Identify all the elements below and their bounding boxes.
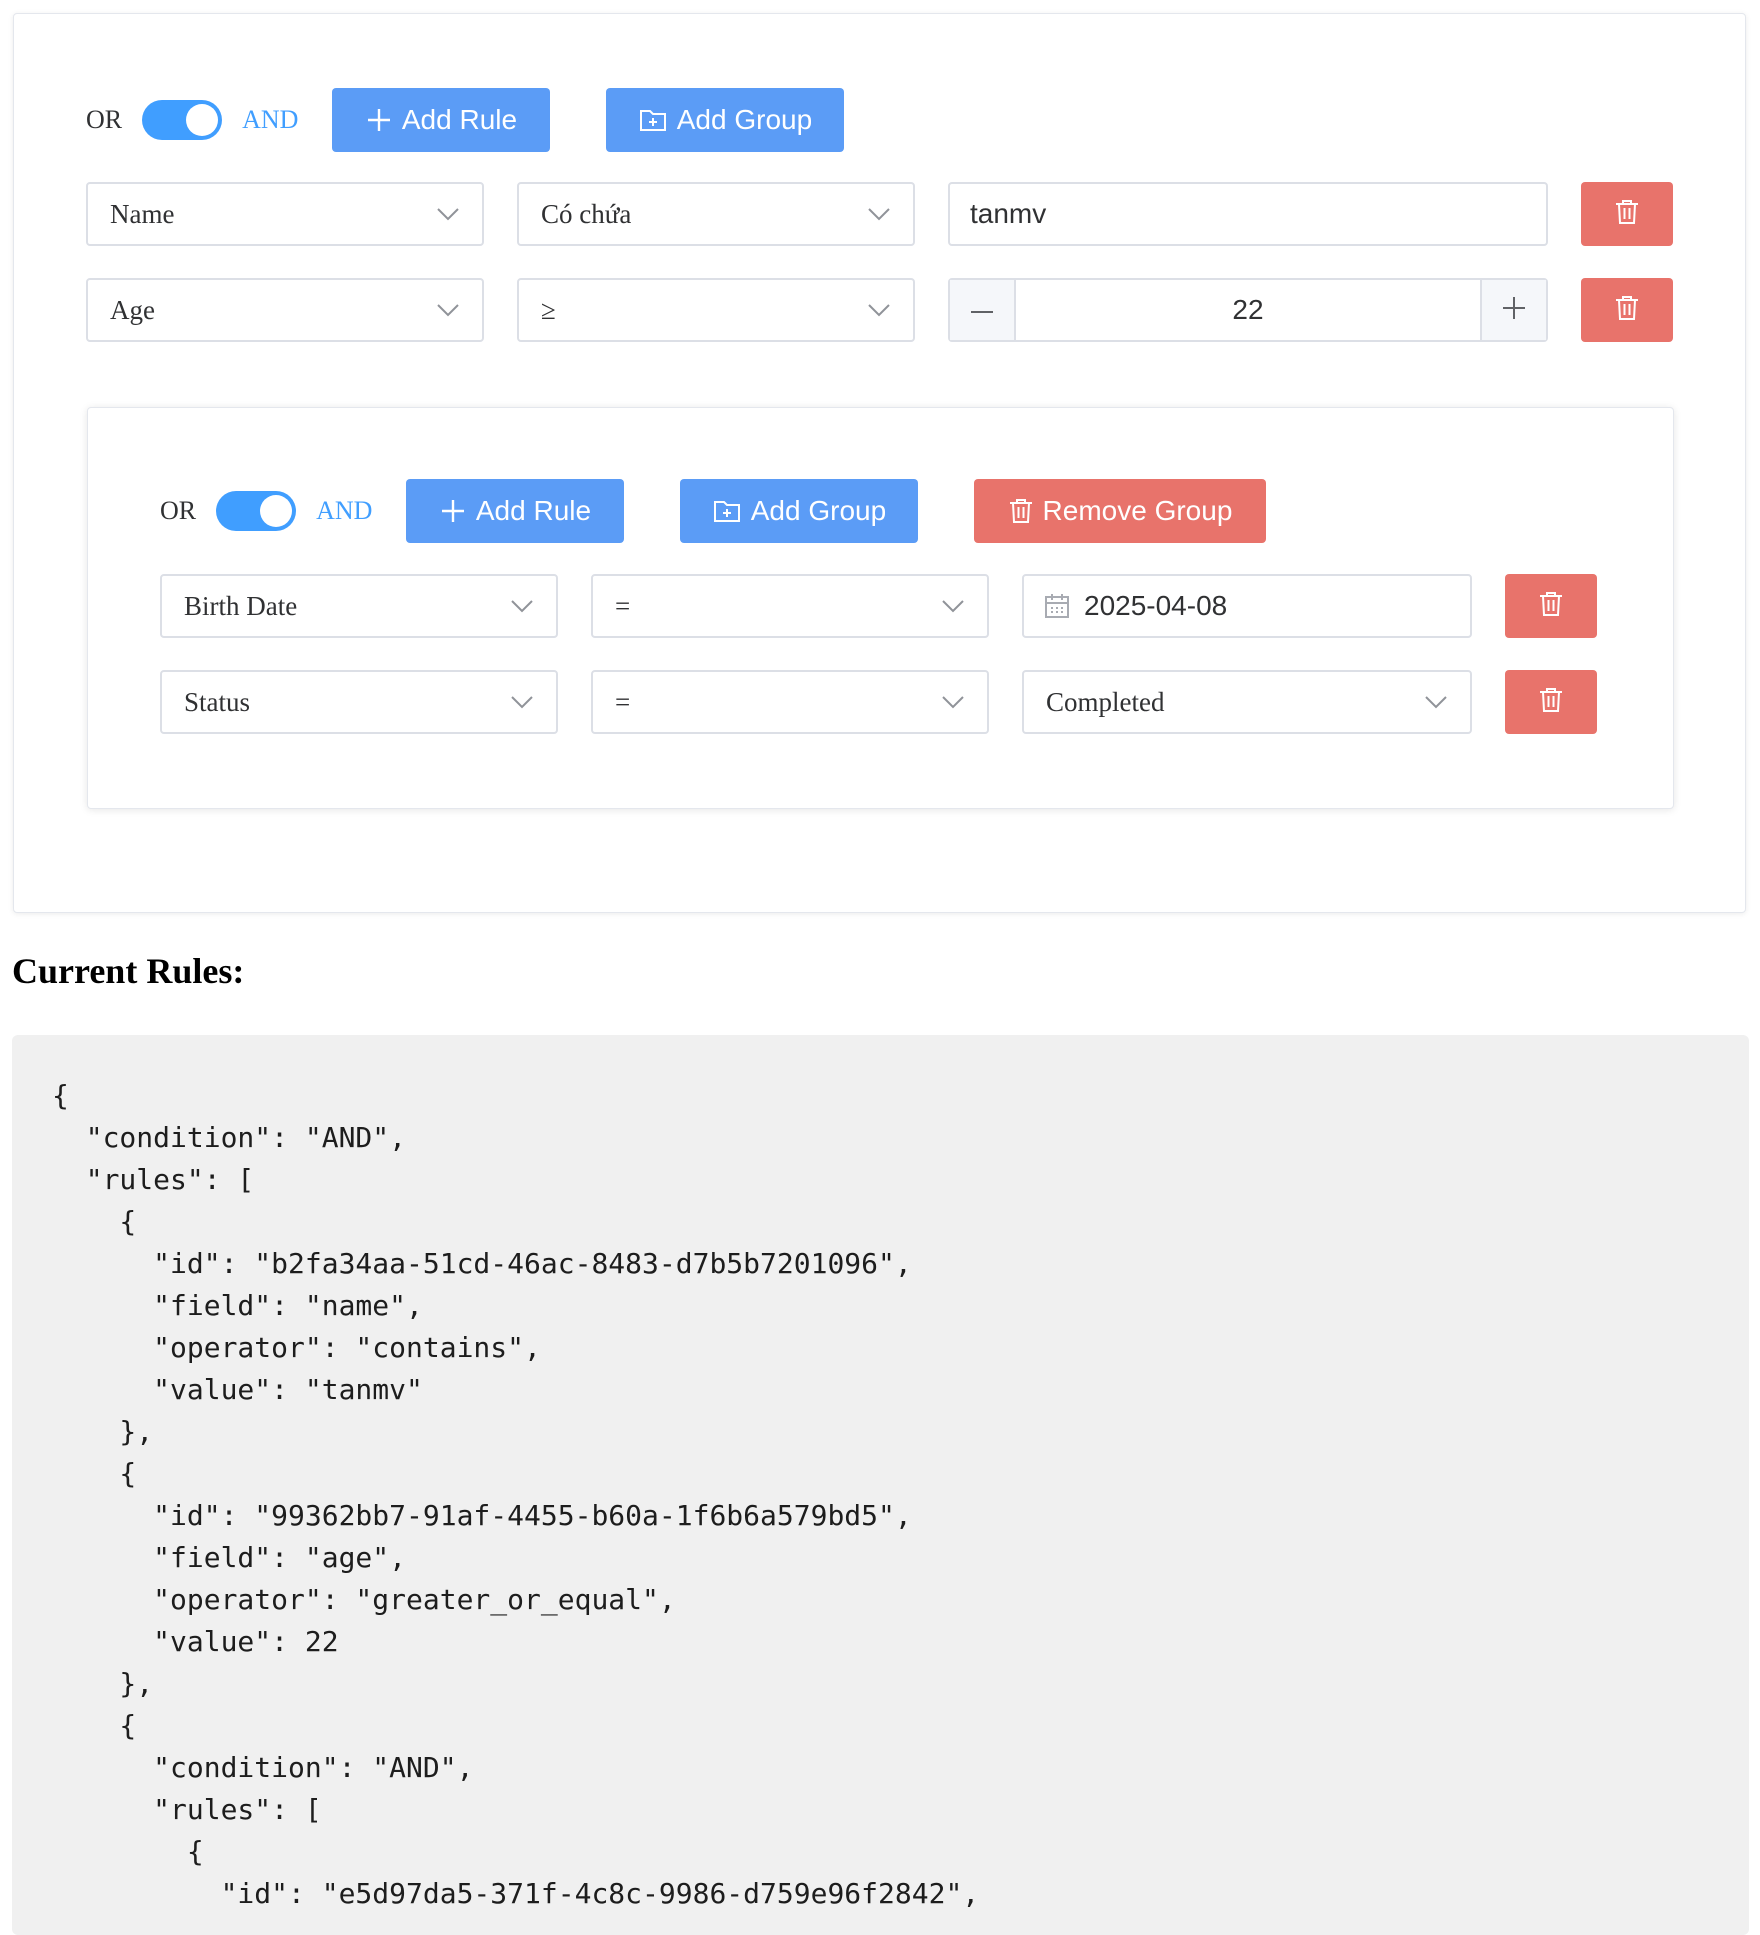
rule-row: Status = Completed: [160, 670, 1597, 734]
add-group-label: Add Group: [750, 495, 887, 526]
remove-group-button[interactable]: Remove Group: [974, 479, 1267, 543]
delete-rule-button[interactable]: [1581, 278, 1673, 342]
chevron-down-icon: [941, 599, 965, 613]
operator-value: =: [615, 590, 631, 621]
status-value: Completed: [1046, 686, 1165, 717]
chevron-down-icon: [867, 207, 891, 221]
outer-group-toolbar: OR AND Add Rule Add Group: [86, 88, 845, 152]
chevron-down-icon: [510, 599, 534, 613]
chevron-down-icon: [436, 207, 460, 221]
date-value: 2025-04-08: [1084, 590, 1228, 621]
operator-value: =: [615, 686, 631, 717]
toggle-knob: [260, 495, 293, 527]
field-select[interactable]: Birth Date: [160, 574, 558, 638]
field-value: Status: [184, 686, 251, 717]
folder-add-icon: [639, 108, 667, 132]
current-rules-heading: Current Rules:: [12, 951, 245, 991]
trash-icon: [1539, 687, 1563, 718]
condition-toggle[interactable]: [216, 491, 297, 531]
operator-select[interactable]: Có chứa: [517, 182, 915, 246]
field-select[interactable]: Name: [86, 182, 484, 246]
field-value: Birth Date: [184, 590, 298, 621]
decrement-button[interactable]: [950, 280, 1016, 340]
field-value: Age: [110, 294, 155, 325]
inner-group-toolbar: OR AND Add Rule Add Group Remove Group: [160, 479, 1267, 543]
add-rule-label: Add Rule: [401, 104, 518, 135]
plus-icon: [1502, 296, 1526, 325]
delete-rule-button[interactable]: [1505, 670, 1597, 734]
rule-row: Age ≥ 22: [86, 278, 1673, 342]
current-rules-json-output: { "condition": "AND", "rules": [ { "id":…: [12, 1035, 1749, 1935]
remove-group-label: Remove Group: [1042, 495, 1233, 526]
trash-icon: [1615, 199, 1639, 230]
value-text: tanmv: [970, 198, 1047, 229]
add-group-button[interactable]: Add Group: [680, 479, 919, 543]
chevron-down-icon: [436, 303, 460, 317]
trash-icon: [1009, 498, 1033, 524]
minus-icon: [970, 301, 994, 319]
field-select[interactable]: Age: [86, 278, 484, 342]
operator-value: Có chứa: [541, 198, 632, 229]
age-number-stepper: 22: [948, 278, 1548, 342]
query-builder-panel: OR AND Add Rule Add Group Name Có chứa t…: [13, 13, 1746, 913]
add-group-label: Add Group: [676, 104, 813, 135]
add-group-button[interactable]: Add Group: [606, 88, 845, 152]
trash-icon: [1615, 295, 1639, 326]
add-rule-button[interactable]: Add Rule: [406, 479, 625, 543]
chevron-down-icon: [867, 303, 891, 317]
operator-select[interactable]: ≥: [517, 278, 915, 342]
or-label: OR: [86, 105, 123, 134]
operator-select[interactable]: =: [591, 670, 989, 734]
rule-row: Name Có chứa tanmv: [86, 182, 1673, 246]
increment-button[interactable]: [1480, 280, 1546, 340]
status-value-select[interactable]: Completed: [1022, 670, 1472, 734]
chevron-down-icon: [510, 695, 534, 709]
operator-select[interactable]: =: [591, 574, 989, 638]
nested-group-panel: OR AND Add Rule Add Group Remove Group B…: [87, 407, 1674, 809]
and-label: AND: [242, 105, 299, 134]
and-label: AND: [316, 496, 373, 525]
add-rule-button[interactable]: Add Rule: [332, 88, 551, 152]
chevron-down-icon: [941, 695, 965, 709]
plus-icon: [366, 107, 392, 133]
trash-icon: [1539, 591, 1563, 622]
value-input[interactable]: tanmv: [948, 182, 1548, 246]
add-rule-label: Add Rule: [475, 495, 592, 526]
rule-row: Birth Date = 2025-04-08: [160, 574, 1597, 638]
delete-rule-button[interactable]: [1581, 182, 1673, 246]
stepper-value[interactable]: 22: [1016, 280, 1480, 340]
operator-value: ≥: [541, 294, 556, 325]
plus-icon: [440, 498, 466, 524]
field-value: Name: [110, 198, 175, 229]
condition-toggle[interactable]: [142, 100, 223, 140]
or-label: OR: [160, 496, 197, 525]
toggle-knob: [186, 104, 219, 136]
chevron-down-icon: [1424, 695, 1448, 709]
field-select[interactable]: Status: [160, 670, 558, 734]
delete-rule-button[interactable]: [1505, 574, 1597, 638]
calendar-icon: [1044, 593, 1070, 619]
date-picker-input[interactable]: 2025-04-08: [1022, 574, 1472, 638]
folder-add-icon: [713, 499, 741, 523]
